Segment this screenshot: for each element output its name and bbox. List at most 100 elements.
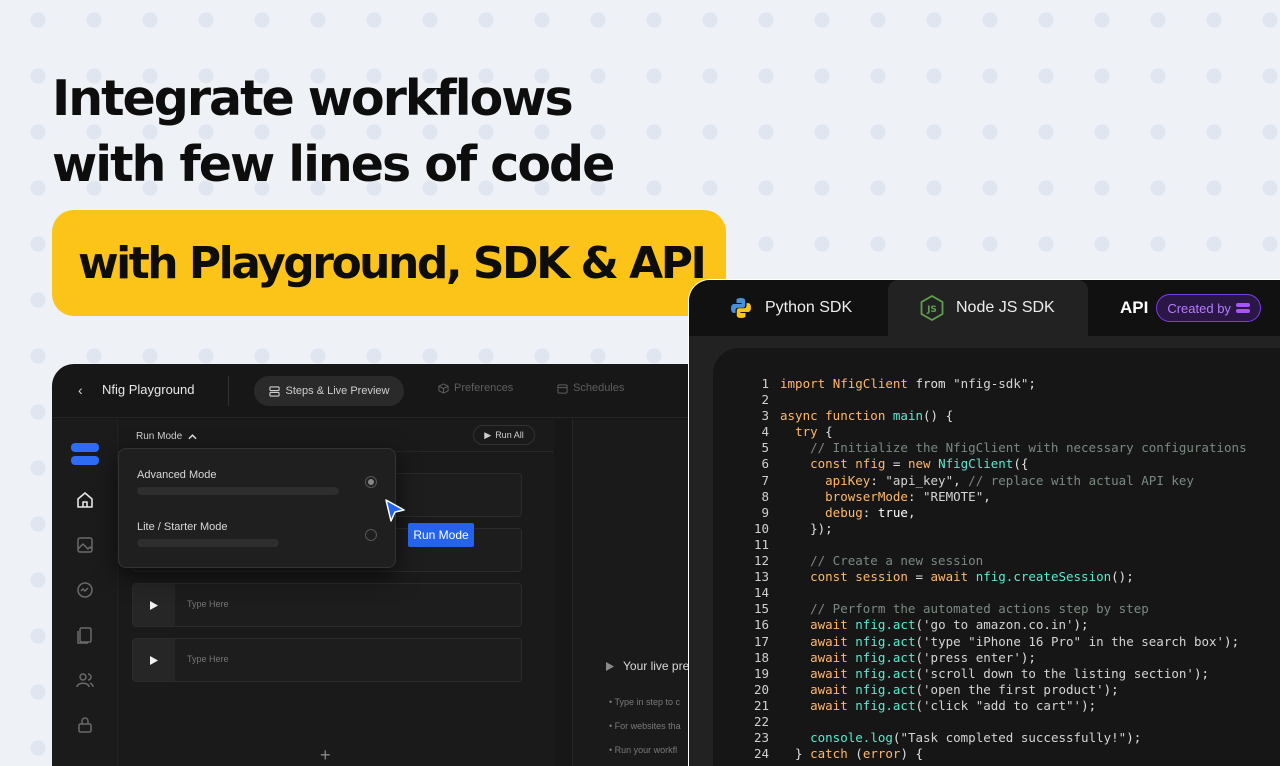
home-icon[interactable]: [74, 489, 96, 511]
step-input[interactable]: [187, 599, 487, 609]
code-token: // Initialize the NfigClient with necess…: [780, 440, 1247, 456]
code-token: nfig.act: [855, 697, 916, 713]
code-token: nfig.act: [855, 617, 916, 633]
preview-title: Your live pre: [605, 659, 689, 673]
step-input[interactable]: [187, 654, 487, 664]
line-number: 18: [753, 649, 769, 665]
run-all-label: Run All: [495, 430, 524, 440]
tab-label: Node JS SDK: [956, 299, 1055, 316]
option-advanced-mode[interactable]: Advanced Mode: [137, 469, 217, 481]
play-icon: [606, 661, 614, 671]
code-token: 'click "add to cart"': [923, 697, 1082, 713]
run-all-button[interactable]: ▶ Run All: [473, 425, 535, 445]
playground-topbar: ‹ Nfig Playground Steps & Live Preview P…: [52, 364, 712, 418]
code-line: 9 debug: true,: [743, 505, 1247, 521]
code-token: await: [810, 681, 856, 697]
line-number: 7: [761, 472, 769, 488]
code-token: await: [810, 649, 856, 665]
code-token: () {: [923, 408, 954, 424]
code-line: 22: [743, 714, 1247, 730]
code-token: nfig.act: [855, 633, 916, 649]
created-by-badge: Created by: [1156, 294, 1261, 322]
code-token: await: [810, 665, 856, 681]
code-token: (: [915, 617, 924, 633]
code-line: 14: [743, 585, 1247, 601]
code-token: try: [795, 424, 818, 440]
radio-lite-mode[interactable]: [365, 529, 377, 541]
code-token: await: [930, 569, 976, 585]
code-line: 21 await nfig.act('click "add to cart"')…: [743, 698, 1247, 714]
code-line: 16 await nfig.act('go to amazon.co.in');: [743, 617, 1247, 633]
line-number: 8: [761, 488, 769, 504]
code-token: :: [907, 488, 924, 504]
tab-python-sdk[interactable]: Python SDK: [729, 280, 852, 336]
code-token: 'open the first product': [923, 681, 1104, 697]
line-number: 20: [753, 681, 769, 697]
tab-preferences[interactable]: Preferences: [438, 382, 513, 394]
code-token: // replace with actual API key: [968, 472, 1194, 488]
radio-advanced-mode[interactable]: [365, 476, 377, 488]
run-mode-tooltip: Run Mode: [408, 523, 474, 547]
headline: Integrate workflows with few lines of co…: [52, 66, 615, 198]
tab-steps-live-preview[interactable]: Steps & Live Preview: [254, 376, 404, 406]
tab-nodejs-sdk[interactable]: JS Node JS SDK: [888, 280, 1088, 336]
line-number: 11: [753, 536, 769, 552]
code-token: :: [862, 504, 878, 520]
nfig-logo-icon: [71, 443, 99, 465]
activity-icon[interactable]: [74, 579, 96, 601]
add-step-button[interactable]: +: [320, 745, 331, 766]
tab-label: Steps & Live Preview: [285, 385, 390, 397]
code-token: console.log: [810, 730, 893, 746]
line-number: 16: [753, 617, 769, 633]
line-number: 22: [753, 713, 769, 729]
nodejs-icon: JS: [920, 295, 944, 321]
code-token: NfigClient: [938, 456, 1014, 472]
code-token: nfig.act: [855, 665, 916, 681]
option-lite-mode[interactable]: Lite / Starter Mode: [137, 521, 228, 533]
code-token: (: [915, 665, 924, 681]
users-icon[interactable]: [74, 669, 96, 691]
documents-icon[interactable]: [74, 624, 96, 646]
play-icon[interactable]: [133, 584, 175, 626]
line-number: 19: [753, 665, 769, 681]
step-row[interactable]: [132, 583, 522, 627]
code-token: );: [1126, 730, 1142, 746]
code-token: NfigClient: [832, 376, 908, 391]
lock-icon[interactable]: [74, 714, 96, 736]
line-number: 15: [753, 601, 769, 617]
code-token: 'press enter': [923, 649, 1021, 665]
line-number: 9: [761, 504, 769, 520]
code-line: 6 const nfig = new NfigClient({: [743, 456, 1247, 472]
code-token: nfig.act: [855, 681, 916, 697]
line-number: 1: [761, 376, 769, 391]
chevron-left-icon[interactable]: ‹: [78, 382, 83, 398]
code-line: 1 import NfigClient from "nfig-sdk";: [743, 376, 1247, 392]
code-token: from: [907, 376, 954, 391]
code-token: 'go to amazon.co.in': [923, 617, 1074, 633]
code-line: 19 await nfig.act('scroll down to the li…: [743, 666, 1247, 682]
code-line: 10 });: [743, 521, 1247, 537]
run-mode-label: Run Mode: [136, 431, 183, 442]
image-icon[interactable]: [74, 534, 96, 556]
code-line: 20 await nfig.act('open the first produc…: [743, 682, 1247, 698]
line-number: 23: [753, 730, 769, 746]
tab-api[interactable]: API Created by: [1120, 280, 1261, 336]
code-token: });: [780, 520, 833, 536]
run-mode-toggle[interactable]: Run Mode: [136, 431, 197, 442]
tab-label: Preferences: [454, 382, 514, 394]
code-line: 11: [743, 537, 1247, 553]
line-number: 5: [761, 440, 769, 456]
play-icon[interactable]: [133, 639, 175, 681]
code-token: );: [1103, 681, 1119, 697]
tab-schedules[interactable]: Schedules: [557, 382, 624, 394]
code-token: "nfig-sdk": [953, 376, 1029, 391]
step-row[interactable]: [132, 638, 522, 682]
playground-title: Nfig Playground: [102, 382, 195, 397]
line-number: 21: [753, 697, 769, 713]
